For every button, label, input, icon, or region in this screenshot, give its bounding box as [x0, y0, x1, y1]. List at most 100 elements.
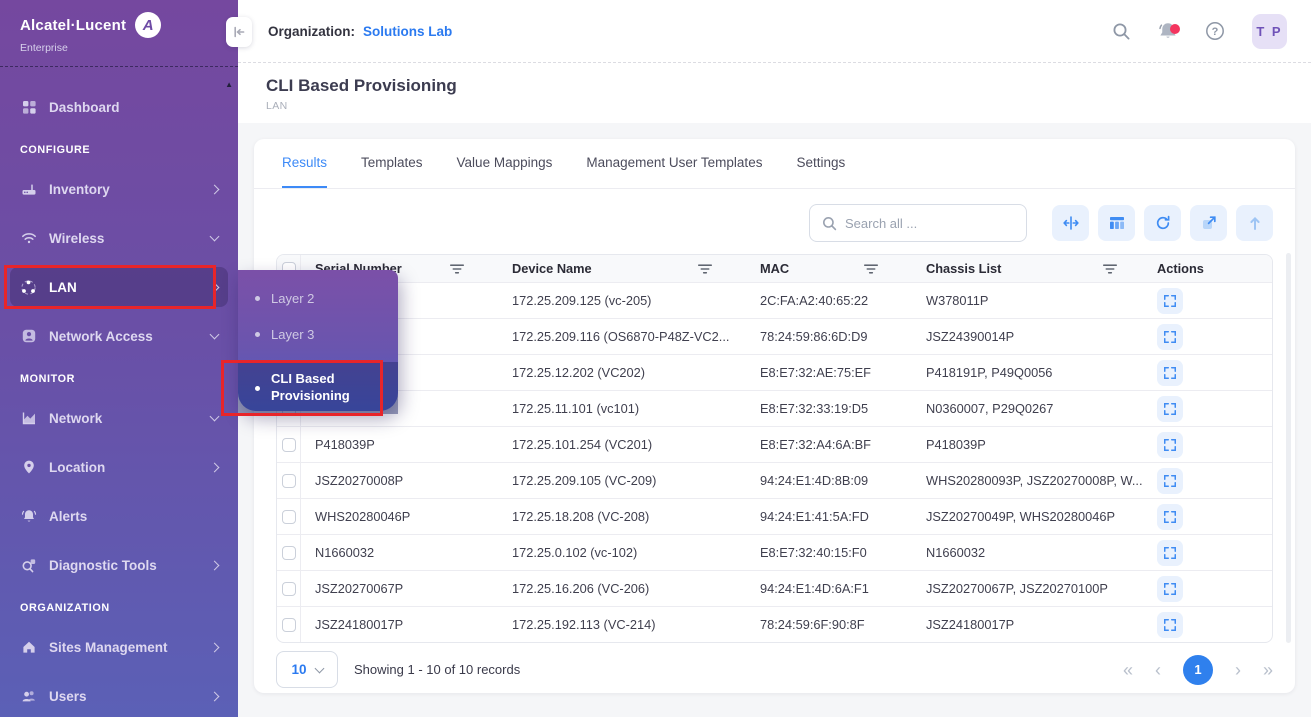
expand-row-button[interactable] [1157, 324, 1183, 350]
filter-icon[interactable] [864, 264, 878, 274]
submenu-item-layer-2[interactable]: Layer 2 [238, 280, 398, 316]
expand-row-button[interactable] [1157, 540, 1183, 566]
sidebar-item-alerts[interactable]: Alerts [10, 496, 228, 536]
table-row[interactable]: 172.25.12.202 (VC202) E8:E7:32:AE:75:EF … [277, 354, 1272, 390]
organization-link[interactable]: Solutions Lab [363, 24, 452, 39]
table-row[interactable]: P418039P 172.25.101.254 (VC201) E8:E7:32… [277, 426, 1272, 462]
column-resize-button[interactable] [1052, 205, 1089, 241]
current-page-button[interactable]: 1 [1183, 655, 1213, 685]
expand-icon [1163, 582, 1177, 596]
expand-row-button[interactable] [1157, 612, 1183, 638]
lan-icon [20, 279, 37, 296]
sidebar-collapse-button[interactable] [226, 17, 252, 47]
organization-selector: Organization: Solutions Lab [268, 24, 452, 39]
chassis-cell: JSZ24390014P [912, 329, 1151, 344]
serial-cell: JSZ20270067P [301, 581, 498, 596]
sidebar-item-inventory[interactable]: Inventory [10, 169, 228, 209]
mac-cell: E8:E7:32:AE:75:EF [746, 365, 912, 380]
sidebar-item-diagnostic-tools[interactable]: Diagnostic Tools [10, 545, 228, 585]
table-scrollbar[interactable] [1286, 253, 1291, 643]
search-icon[interactable] [1112, 22, 1131, 41]
expand-row-button[interactable] [1157, 360, 1183, 386]
table-row[interactable]: 172.25.209.125 (vc-205) 2C:FA:A2:40:65:2… [277, 282, 1272, 318]
chevron-right-icon [210, 184, 220, 194]
tab-value-mappings[interactable]: Value Mappings [457, 139, 553, 188]
open-external-button[interactable] [1190, 205, 1227, 241]
notification-badge [1170, 24, 1180, 34]
location-pin-icon [20, 459, 37, 476]
upload-button[interactable] [1236, 205, 1273, 241]
submenu-item-layer-3[interactable]: Layer 3 [238, 316, 398, 352]
tab-management-user-templates[interactable]: Management User Templates [586, 139, 762, 188]
row-checkbox[interactable] [282, 546, 296, 560]
tab-results[interactable]: Results [282, 139, 327, 188]
table-row[interactable]: JSZ20270067P 172.25.16.206 (VC-206) 94:2… [277, 570, 1272, 606]
refresh-icon [1154, 214, 1172, 232]
sidebar-item-network[interactable]: Network [10, 398, 228, 438]
expand-icon [1163, 510, 1177, 524]
last-page-button[interactable] [1263, 661, 1273, 679]
users-icon [20, 688, 37, 705]
expand-row-button[interactable] [1157, 396, 1183, 422]
sidebar-item-label: Sites Management [49, 640, 168, 655]
organization-label: Organization: [268, 24, 355, 39]
expand-row-button[interactable] [1157, 288, 1183, 314]
sidebar-item-network-access[interactable]: Network Access [10, 316, 228, 356]
svg-text:?: ? [1212, 26, 1219, 38]
filter-icon[interactable] [698, 264, 712, 274]
row-checkbox[interactable] [282, 474, 296, 488]
scroll-up-indicator-icon[interactable]: ▲ [225, 80, 233, 89]
chassis-cell: P418039P [912, 437, 1151, 452]
chevron-right-icon [210, 560, 220, 570]
sidebar-item-lan[interactable]: LAN [10, 267, 228, 307]
avatar[interactable]: T P [1252, 14, 1287, 49]
row-checkbox[interactable] [282, 438, 296, 452]
chevron-down-icon [210, 330, 220, 340]
table-row[interactable]: WHS20280046P 172.25.18.208 (VC-208) 94:2… [277, 498, 1272, 534]
table-row[interactable]: N1660032 172.25.0.102 (vc-102) E8:E7:32:… [277, 534, 1272, 570]
page-size-select[interactable]: 10 [276, 651, 338, 688]
refresh-button[interactable] [1144, 205, 1181, 241]
chassis-cell: JSZ24180017P [912, 617, 1151, 632]
chevron-right-icon [210, 282, 220, 292]
first-page-button[interactable] [1123, 661, 1133, 679]
column-header-device-name: Device Name [512, 261, 592, 276]
expand-row-button[interactable] [1157, 504, 1183, 530]
columns-button[interactable] [1098, 205, 1135, 241]
diagnostic-tools-icon [20, 557, 37, 574]
sidebar-section-monitor: MONITOR [20, 370, 218, 388]
sidebar-item-wireless[interactable]: Wireless [10, 218, 228, 258]
row-checkbox[interactable] [282, 582, 296, 596]
table-row[interactable]: JSZ20270008P 172.25.209.105 (VC-209) 94:… [277, 462, 1272, 498]
filter-icon[interactable] [450, 264, 464, 274]
mac-cell: 78:24:59:86:6D:D9 [746, 329, 912, 344]
table-row[interactable]: JSZ24180017P 172.25.192.113 (VC-214) 78:… [277, 606, 1272, 642]
submenu-item-cli-based-provisioning[interactable]: CLI Based Provisioning [238, 362, 398, 414]
sidebar-item-users[interactable]: Users [10, 676, 228, 716]
sidebar-item-dashboard[interactable]: Dashboard [10, 87, 228, 127]
column-resize-icon [1062, 214, 1080, 232]
page-size-value: 10 [291, 662, 306, 677]
expand-row-button[interactable] [1157, 468, 1183, 494]
table-row[interactable]: 172.25.11.101 (vc101) E8:E7:32:33:19:D5 … [277, 390, 1272, 426]
row-checkbox[interactable] [282, 618, 296, 632]
filter-icon[interactable] [1103, 264, 1117, 274]
expand-row-button[interactable] [1157, 432, 1183, 458]
previous-page-button[interactable] [1155, 661, 1161, 679]
help-icon[interactable]: ? [1205, 21, 1225, 41]
table-row[interactable]: 172.25.209.116 (OS6870-P48Z-VC2... 78:24… [277, 318, 1272, 354]
next-page-button[interactable] [1235, 661, 1241, 679]
tab-settings[interactable]: Settings [796, 139, 845, 188]
expand-row-button[interactable] [1157, 576, 1183, 602]
content: Results Templates Value Mappings Managem… [238, 123, 1311, 717]
sidebar-item-location[interactable]: Location [10, 447, 228, 487]
mac-cell: 94:24:E1:4D:8B:09 [746, 473, 912, 488]
notifications-bell-icon[interactable] [1158, 21, 1178, 41]
sidebar-item-sites-management[interactable]: Sites Management [10, 627, 228, 667]
sidebar-item-label: Diagnostic Tools [49, 558, 157, 573]
table-header-row: Serial Number Device Name MAC Chassis Li… [277, 255, 1272, 282]
devices-table: Serial Number Device Name MAC Chassis Li… [276, 254, 1273, 643]
row-checkbox[interactable] [282, 510, 296, 524]
search-input[interactable] [845, 216, 1014, 231]
tab-templates[interactable]: Templates [361, 139, 423, 188]
